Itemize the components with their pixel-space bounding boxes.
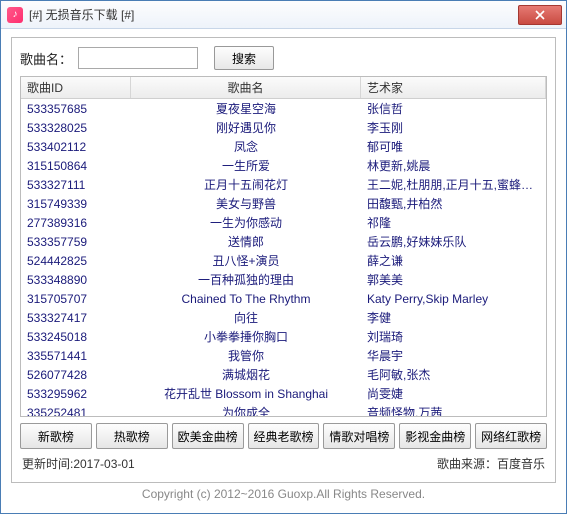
table-row[interactable]: 533357685夏夜星空海张信哲 [21,99,546,118]
category-button[interactable]: 经典老歌榜 [248,423,320,449]
table-row[interactable]: 315150864一生所爱林更新,姚晨 [21,156,546,175]
update-time: 更新时间:2017-03-01 [22,455,135,472]
table-row[interactable]: 533327417向往李健 [21,308,546,327]
category-button[interactable]: 新歌榜 [20,423,92,449]
cell-artist: 张信哲 [361,100,546,117]
cell-artist: 薛之谦 [361,252,546,269]
cell-name: 送情郎 [131,233,361,250]
table-header: 歌曲ID 歌曲名 艺术家 [21,77,546,99]
header-artist[interactable]: 艺术家 [361,77,546,98]
header-id[interactable]: 歌曲ID [21,77,131,98]
cell-id: 533245018 [21,330,131,344]
cell-name: 丑八怪+演员 [131,252,361,269]
cell-name: 正月十五闹花灯 [131,176,361,193]
table-row[interactable]: 533348890一百种孤独的理由郭美美 [21,270,546,289]
cell-artist: 李健 [361,309,546,326]
cell-name: 我管你 [131,347,361,364]
cell-id: 533327111 [21,178,131,192]
cell-name: 凤念 [131,138,361,155]
cell-name: 小拳拳捶你胸口 [131,328,361,345]
cell-id: 533295962 [21,387,131,401]
cell-id: 335571441 [21,349,131,363]
table-row[interactable]: 533327111正月十五闹花灯王二妮,杜朋朋,正月十五,蜜蜂少女... [21,175,546,194]
category-button[interactable]: 网络红歌榜 [475,423,547,449]
cell-artist: 王二妮,杜朋朋,正月十五,蜜蜂少女... [361,176,546,193]
search-button[interactable]: 搜索 [214,46,274,70]
cell-name: Chained To The Rhythm [131,292,361,306]
table-row[interactable]: 533328025刚好遇见你李玉刚 [21,118,546,137]
cell-artist: 华晨宇 [361,347,546,364]
header-name[interactable]: 歌曲名 [131,77,361,98]
cell-artist: 李玉刚 [361,119,546,136]
cell-id: 533402112 [21,140,131,154]
cell-id: 315749339 [21,197,131,211]
table-row[interactable]: 533295962花开乱世 Blossom in Shanghai尚雯婕 [21,384,546,403]
table-body[interactable]: 533357685夏夜星空海张信哲533328025刚好遇见你李玉刚533402… [21,99,546,416]
table-row[interactable]: 277389316一生为你感动祁隆 [21,213,546,232]
category-button[interactable]: 影视金曲榜 [399,423,471,449]
cell-id: 533328025 [21,121,131,135]
category-button[interactable]: 热歌榜 [96,423,168,449]
cell-artist: Katy Perry,Skip Marley [361,292,546,306]
cell-id: 526077428 [21,368,131,382]
cell-name: 向往 [131,309,361,326]
cell-name: 一百种孤独的理由 [131,271,361,288]
table-row[interactable]: 524442825丑八怪+演员薛之谦 [21,251,546,270]
table-row[interactable]: 315749339美女与野兽田馥甄,井柏然 [21,194,546,213]
search-row: 歌曲名： 搜索 [20,46,547,70]
table-row[interactable]: 533357759送情郎岳云鹏,好妹妹乐队 [21,232,546,251]
cell-name: 夏夜星空海 [131,100,361,117]
cell-id: 524442825 [21,254,131,268]
cell-artist: 音频怪物,万茜 [361,404,546,416]
cell-name: 刚好遇见你 [131,119,361,136]
cell-id: 315705707 [21,292,131,306]
close-button[interactable] [518,5,562,25]
cell-id: 335252481 [21,406,131,417]
cell-artist: 郁可唯 [361,138,546,155]
cell-name: 花开乱世 Blossom in Shanghai [131,385,361,402]
cell-name: 满城烟花 [131,366,361,383]
table-row[interactable]: 533245018小拳拳捶你胸口刘瑞琦 [21,327,546,346]
cell-artist: 林更新,姚晨 [361,157,546,174]
cell-artist: 尚雯婕 [361,385,546,402]
cell-artist: 田馥甄,井柏然 [361,195,546,212]
app-icon: ♪ [7,7,23,23]
cell-artist: 刘瑞琦 [361,328,546,345]
inner-panel: 歌曲名： 搜索 歌曲ID 歌曲名 艺术家 533357685夏夜星空海张信哲53… [11,37,556,483]
cell-name: 美女与野兽 [131,195,361,212]
table-row[interactable]: 533402112凤念郁可唯 [21,137,546,156]
app-window: ♪ [#] 无损音乐下载 [#] 歌曲名： 搜索 歌曲ID 歌曲名 艺术家 53… [0,0,567,514]
cell-id: 533327417 [21,311,131,325]
cell-name: 一生为你感动 [131,214,361,231]
song-table: 歌曲ID 歌曲名 艺术家 533357685夏夜星空海张信哲533328025刚… [20,76,547,417]
status-row: 更新时间:2017-03-01 歌曲来源：百度音乐 [20,449,547,474]
table-row[interactable]: 526077428满城烟花毛阿敏,张杰 [21,365,546,384]
cell-id: 277389316 [21,216,131,230]
cell-artist: 岳云鹏,好妹妹乐队 [361,233,546,250]
footer-copyright: Copyright (c) 2012~2016 Guoxp.All Rights… [11,483,556,507]
cell-id: 533357759 [21,235,131,249]
close-icon [535,10,545,20]
search-label: 歌曲名： [20,49,72,68]
titlebar: ♪ [#] 无损音乐下载 [#] [1,1,566,29]
content-area: 歌曲名： 搜索 歌曲ID 歌曲名 艺术家 533357685夏夜星空海张信哲53… [1,29,566,513]
cell-id: 315150864 [21,159,131,173]
cell-name: 一生所爱 [131,157,361,174]
cell-artist: 毛阿敏,张杰 [361,366,546,383]
cell-id: 533357685 [21,102,131,116]
cell-artist: 祁隆 [361,214,546,231]
search-input[interactable] [78,47,198,69]
window-title: [#] 无损音乐下载 [#] [29,6,518,23]
table-row[interactable]: 335252481为你成全音频怪物,万茜 [21,403,546,416]
source-label: 歌曲来源：百度音乐 [437,455,545,472]
category-buttons: 新歌榜热歌榜欧美金曲榜经典老歌榜情歌对唱榜影视金曲榜网络红歌榜 [20,423,547,449]
cell-id: 533348890 [21,273,131,287]
category-button[interactable]: 欧美金曲榜 [172,423,244,449]
cell-name: 为你成全 [131,404,361,416]
table-row[interactable]: 315705707Chained To The RhythmKaty Perry… [21,289,546,308]
category-button[interactable]: 情歌对唱榜 [323,423,395,449]
table-row[interactable]: 335571441我管你华晨宇 [21,346,546,365]
cell-artist: 郭美美 [361,271,546,288]
